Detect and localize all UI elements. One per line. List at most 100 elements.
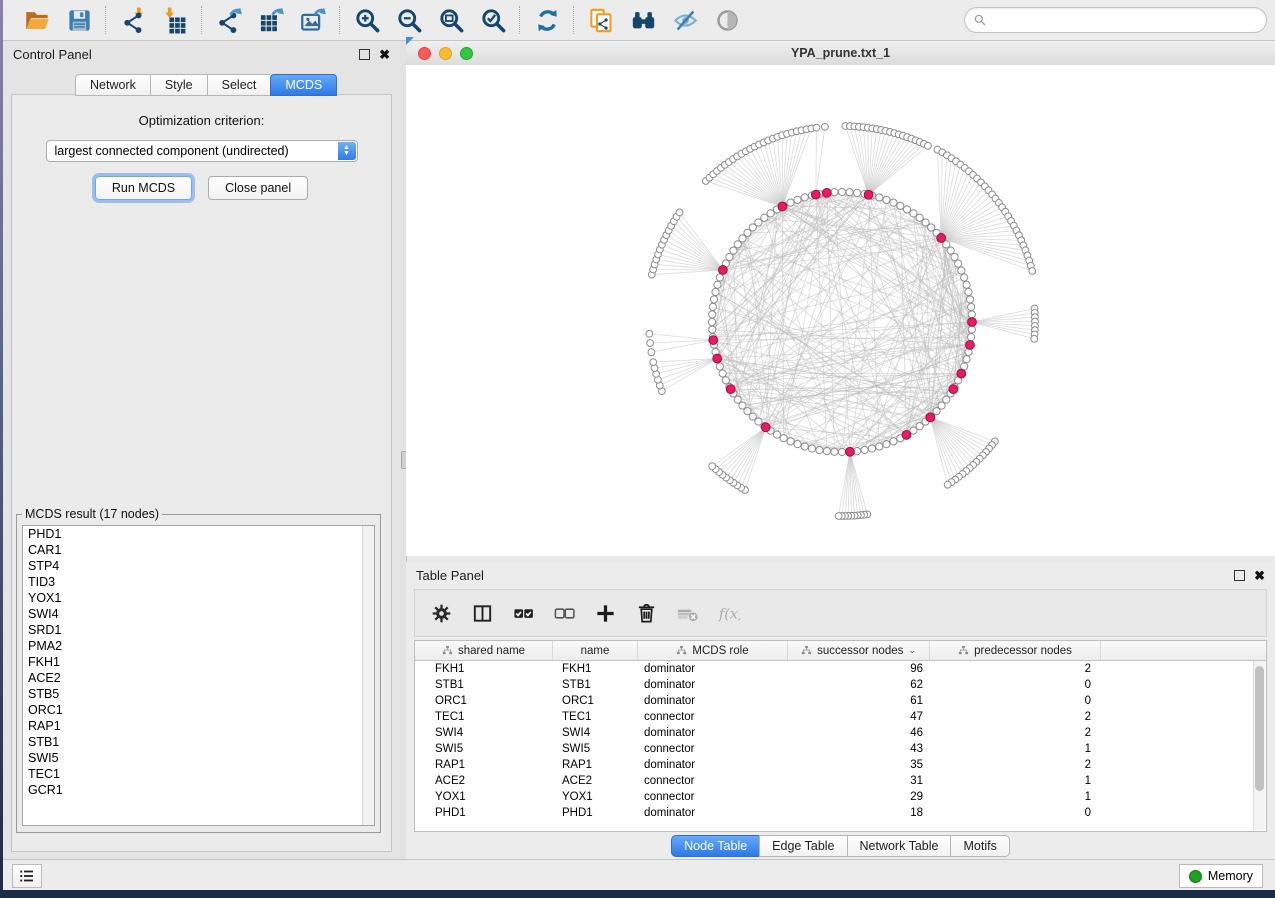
mcds-hub-node[interactable] [957,369,966,378]
split-panel-button[interactable] [470,601,494,625]
ring-node[interactable] [963,281,970,288]
table-row[interactable]: SWI4SWI4dominator462 [415,725,1266,741]
zoom-out-button[interactable] [395,6,423,34]
ring-node[interactable] [808,445,815,452]
ring-node[interactable] [890,199,897,206]
result-node-item[interactable]: TID3 [23,574,374,590]
mcds-hub-node[interactable] [811,190,820,199]
column-header-name[interactable]: name [553,641,638,660]
ring-node[interactable] [801,443,808,450]
refresh-layout-button[interactable] [533,6,561,34]
tab-select[interactable]: Select [207,74,271,96]
close-panel-button[interactable]: Close panel [208,176,308,200]
ring-node[interactable] [951,253,958,260]
result-node-item[interactable]: PMA2 [23,638,374,654]
ring-node[interactable] [897,202,904,209]
leaf-node[interactable] [1029,268,1036,275]
table-row[interactable]: SWI5SWI5connector431 [415,741,1266,757]
table-scrollbar-thumb[interactable] [1255,666,1264,791]
tab-mcds[interactable]: MCDS [270,74,337,96]
result-node-item[interactable]: STP4 [23,558,374,574]
close-table-panel-icon[interactable]: ✖ [1254,571,1265,580]
show-graphics-details-button[interactable] [713,6,741,34]
add-row-button[interactable] [593,601,617,625]
table-row[interactable]: STB1STB1dominator620 [415,677,1266,693]
result-node-item[interactable]: RAP1 [23,718,374,734]
ring-node[interactable] [716,363,723,370]
ring-node[interactable] [709,326,716,333]
result-node-item[interactable]: STB5 [23,686,374,702]
result-node-item[interactable]: ORC1 [23,702,374,718]
column-header-predecessor-nodes[interactable]: predecessor nodes [930,641,1101,660]
run-mcds-button[interactable]: Run MCDS [95,176,192,200]
ring-node[interactable] [716,274,723,281]
leaf-node[interactable] [650,359,657,366]
search-input[interactable] [991,12,1258,28]
leaf-node[interactable] [1031,335,1038,342]
ring-node[interactable] [966,296,973,303]
network-window-titlebar[interactable]: YPA_prune.txt_1 [406,41,1275,66]
ring-node[interactable] [712,288,719,295]
column-header-MCDS-role[interactable]: MCDS role [638,641,788,660]
clone-network-button[interactable] [587,6,615,34]
ring-node[interactable] [787,438,794,445]
table-row[interactable]: PHD1PHD1dominator180 [415,805,1266,821]
ring-node[interactable] [767,210,774,217]
mcds-hub-node[interactable] [949,385,958,394]
ring-node[interactable] [861,446,868,453]
mcds-hub-node[interactable] [778,202,787,211]
import-table-button[interactable] [161,6,189,34]
ring-node[interactable] [968,326,975,333]
leaf-node[interactable] [822,123,829,130]
result-node-item[interactable]: STB1 [23,734,374,750]
result-list-scrollbar[interactable] [362,526,374,825]
mcds-hub-node[interactable] [726,385,735,394]
zoom-fit-button[interactable] [437,6,465,34]
table-row[interactable]: RAP1RAP1dominator352 [415,757,1266,773]
result-node-item[interactable]: SRD1 [23,622,374,638]
ring-node[interactable] [773,431,780,438]
ring-node[interactable] [816,446,823,453]
tab-node-table[interactable]: Node Table [671,835,759,857]
ring-node[interactable] [883,196,890,203]
result-node-item[interactable]: ACE2 [23,670,374,686]
ring-node[interactable] [794,441,801,448]
ring-node[interactable] [965,288,972,295]
ring-node[interactable] [868,445,875,452]
settings-gear-button[interactable] [429,601,453,625]
mcds-hub-node[interactable] [713,354,722,363]
ring-node[interactable] [853,189,860,196]
ring-node[interactable] [876,443,883,450]
result-node-item[interactable]: SWI4 [23,606,374,622]
ring-node[interactable] [709,311,716,318]
select-all-button[interactable] [511,601,535,625]
leaf-node[interactable] [709,463,716,470]
ring-node[interactable] [787,199,794,206]
network-view-canvas[interactable] [406,65,1275,556]
ring-node[interactable] [961,274,968,281]
ring-node[interactable] [838,188,845,195]
ring-node[interactable] [710,296,717,303]
ring-node[interactable] [903,206,910,213]
mcds-hub-node[interactable] [709,336,718,345]
result-node-item[interactable]: TEC1 [23,766,374,782]
ring-node[interactable] [722,377,729,384]
export-table-button[interactable] [257,6,285,34]
search-box[interactable] [964,7,1267,33]
leaf-node[interactable] [647,340,654,347]
table-row[interactable]: YOX1YOX1connector291 [415,789,1266,805]
result-node-item[interactable]: CAR1 [23,542,374,558]
import-network-button[interactable] [119,6,147,34]
ring-node[interactable] [968,303,975,310]
ring-node[interactable] [968,333,975,340]
export-image-button[interactable] [299,6,327,34]
ring-node[interactable] [958,267,965,274]
task-history-button[interactable] [12,864,42,888]
zoom-selected-button[interactable] [479,6,507,34]
ring-node[interactable] [714,281,721,288]
mcds-hub-node[interactable] [902,431,911,440]
close-panel-icon[interactable]: ✖ [379,50,390,59]
result-node-item[interactable]: SWI5 [23,750,374,766]
ring-node[interactable] [883,441,890,448]
tab-network-table[interactable]: Network Table [847,835,951,857]
